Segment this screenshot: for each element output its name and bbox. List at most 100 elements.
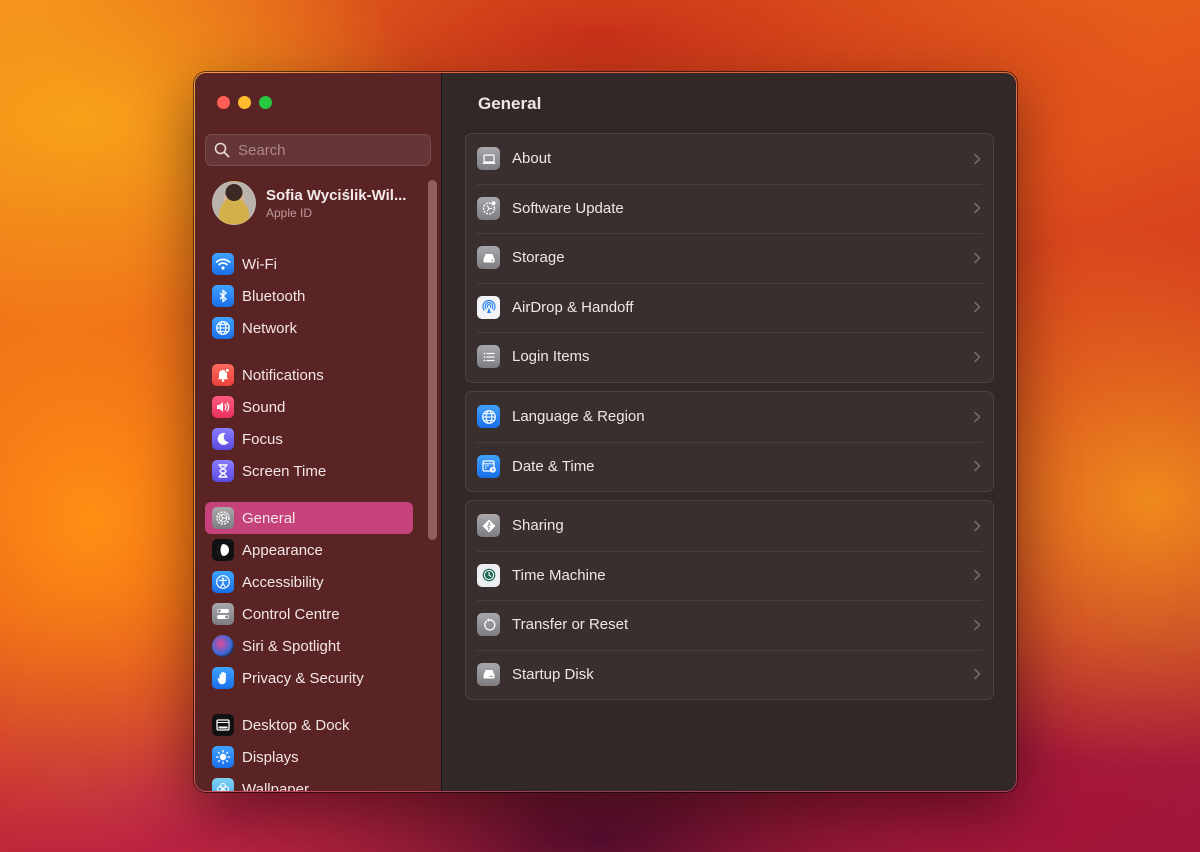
row-time-machine[interactable]: Time Machine [466, 550, 993, 601]
sidebar-item-label: General [242, 509, 296, 527]
sidebar-item-label: Notifications [242, 366, 324, 384]
sidebar-scrollbar[interactable] [428, 180, 437, 540]
sidebar-item-bluetooth[interactable]: Bluetooth [205, 280, 413, 312]
row-label: Storage [512, 249, 565, 267]
sidebar-item-label: Control Centre [242, 605, 340, 623]
row-airdrop-handoff[interactable]: AirDrop & Handoff [466, 282, 993, 333]
sidebar-item-notifications[interactable]: Notifications [205, 359, 413, 391]
moon-icon [212, 428, 234, 450]
row-label: Login Items [512, 348, 590, 366]
sidebar-item-control-centre[interactable]: Control Centre [205, 598, 413, 630]
sidebar-item-focus[interactable]: Focus [205, 423, 413, 455]
chevron-right-icon [974, 461, 981, 472]
page-title: General [478, 94, 542, 113]
speaker-icon [212, 396, 234, 418]
sidebar-item-label: Siri & Spotlight [242, 637, 341, 655]
list-icon [477, 345, 500, 369]
sidebar-item-label: Wi-Fi [242, 255, 277, 273]
sidebar-item-wallpaper[interactable]: Wallpaper [205, 773, 413, 791]
chevron-right-icon [974, 669, 981, 680]
bluetooth-icon [212, 285, 234, 307]
row-label: About [512, 150, 552, 168]
toggles-icon [212, 603, 234, 625]
row-date-time[interactable]: Date & Time [466, 441, 993, 492]
sidebar-item-screen-time[interactable]: Screen Time [205, 455, 413, 487]
row-login-items[interactable]: Login Items [466, 332, 993, 382]
sidebar-item-label: Desktop & Dock [242, 716, 350, 734]
accessibility-icon [212, 571, 234, 593]
profile-subtitle: Apple ID [266, 205, 313, 220]
chevron-right-icon [974, 570, 981, 581]
sidebar-nav: Wi-Fi Bluetooth Network Notifications So… [205, 248, 413, 791]
sidebar-item-label: Appearance [242, 541, 323, 559]
row-label: Date & Time [512, 457, 595, 475]
row-startup-disk[interactable]: Startup Disk [466, 649, 993, 700]
flower-icon [212, 778, 234, 791]
software-update-icon [477, 196, 500, 220]
sidebar-item-wifi[interactable]: Wi-Fi [205, 248, 413, 280]
settings-group-services: Sharing Time Machine Transfer or Reset S… [465, 500, 994, 700]
search-field[interactable] [205, 134, 431, 166]
chevron-right-icon [974, 252, 981, 263]
close-button[interactable] [217, 96, 230, 109]
row-about[interactable]: About [466, 134, 993, 184]
search-input[interactable] [238, 141, 418, 159]
chevron-right-icon [974, 619, 981, 630]
chevron-right-icon [974, 302, 981, 313]
profile-name: Sofia Wyciślik-Wil... [266, 186, 407, 204]
row-label: Startup Disk [512, 665, 594, 683]
airdrop-icon [477, 295, 500, 319]
wifi-icon [212, 253, 234, 275]
row-software-update[interactable]: Software Update [466, 183, 993, 234]
disk-icon [477, 662, 500, 686]
hourglass-icon [212, 460, 234, 482]
globe-icon [477, 405, 500, 429]
sidebar-item-label: Screen Time [242, 462, 327, 480]
sidebar-item-accessibility[interactable]: Accessibility [205, 566, 413, 598]
apple-id-profile[interactable]: Sofia Wyciślik-Wil... Apple ID [212, 181, 406, 225]
sharing-icon [477, 514, 500, 538]
sidebar: Sofia Wyciślik-Wil... Apple ID Wi-Fi Blu… [195, 73, 442, 791]
sidebar-item-network[interactable]: Network [205, 312, 413, 344]
settings-group-locale: Language & Region Date & Time [465, 391, 994, 492]
row-label: Software Update [512, 199, 624, 217]
row-transfer-reset[interactable]: Transfer or Reset [466, 600, 993, 650]
chevron-right-icon [974, 520, 981, 531]
laptop-icon [477, 147, 500, 171]
time-machine-icon [477, 563, 500, 587]
chevron-right-icon [974, 351, 981, 362]
sidebar-item-label: Displays [242, 748, 299, 766]
sidebar-item-sound[interactable]: Sound [205, 391, 413, 423]
chevron-right-icon [974, 153, 981, 164]
appearance-icon [212, 539, 234, 561]
zoom-button[interactable] [259, 96, 272, 109]
gear-icon [212, 507, 234, 529]
row-storage[interactable]: Storage [466, 233, 993, 283]
minimize-button[interactable] [238, 96, 251, 109]
sun-icon [212, 746, 234, 768]
row-language-region[interactable]: Language & Region [466, 392, 993, 442]
hand-icon [212, 667, 234, 689]
sidebar-item-desktop-dock[interactable]: Desktop & Dock [205, 709, 413, 741]
row-label: Time Machine [512, 566, 606, 584]
sidebar-item-label: Privacy & Security [242, 669, 364, 687]
sidebar-item-label: Accessibility [242, 573, 324, 591]
row-sharing[interactable]: Sharing [466, 501, 993, 551]
siri-icon [212, 635, 234, 657]
sidebar-item-privacy-security[interactable]: Privacy & Security [205, 662, 413, 694]
sidebar-item-label: Sound [242, 398, 286, 416]
content-pane: General About Software Update Storage Ai… [442, 73, 1016, 791]
row-label: AirDrop & Handoff [512, 298, 634, 316]
reset-icon [477, 613, 500, 637]
sidebar-item-label: Focus [242, 430, 283, 448]
sidebar-item-general[interactable]: General [205, 502, 413, 534]
traffic-lights [217, 96, 272, 109]
sidebar-item-siri-spotlight[interactable]: Siri & Spotlight [205, 630, 413, 662]
sidebar-item-displays[interactable]: Displays [205, 741, 413, 773]
drive-icon [477, 246, 500, 270]
calendar-clock-icon [477, 454, 500, 478]
sidebar-item-label: Bluetooth [242, 287, 306, 305]
dock-icon [212, 714, 234, 736]
sidebar-item-appearance[interactable]: Appearance [205, 534, 413, 566]
system-settings-window: Sofia Wyciślik-Wil... Apple ID Wi-Fi Blu… [194, 72, 1017, 792]
